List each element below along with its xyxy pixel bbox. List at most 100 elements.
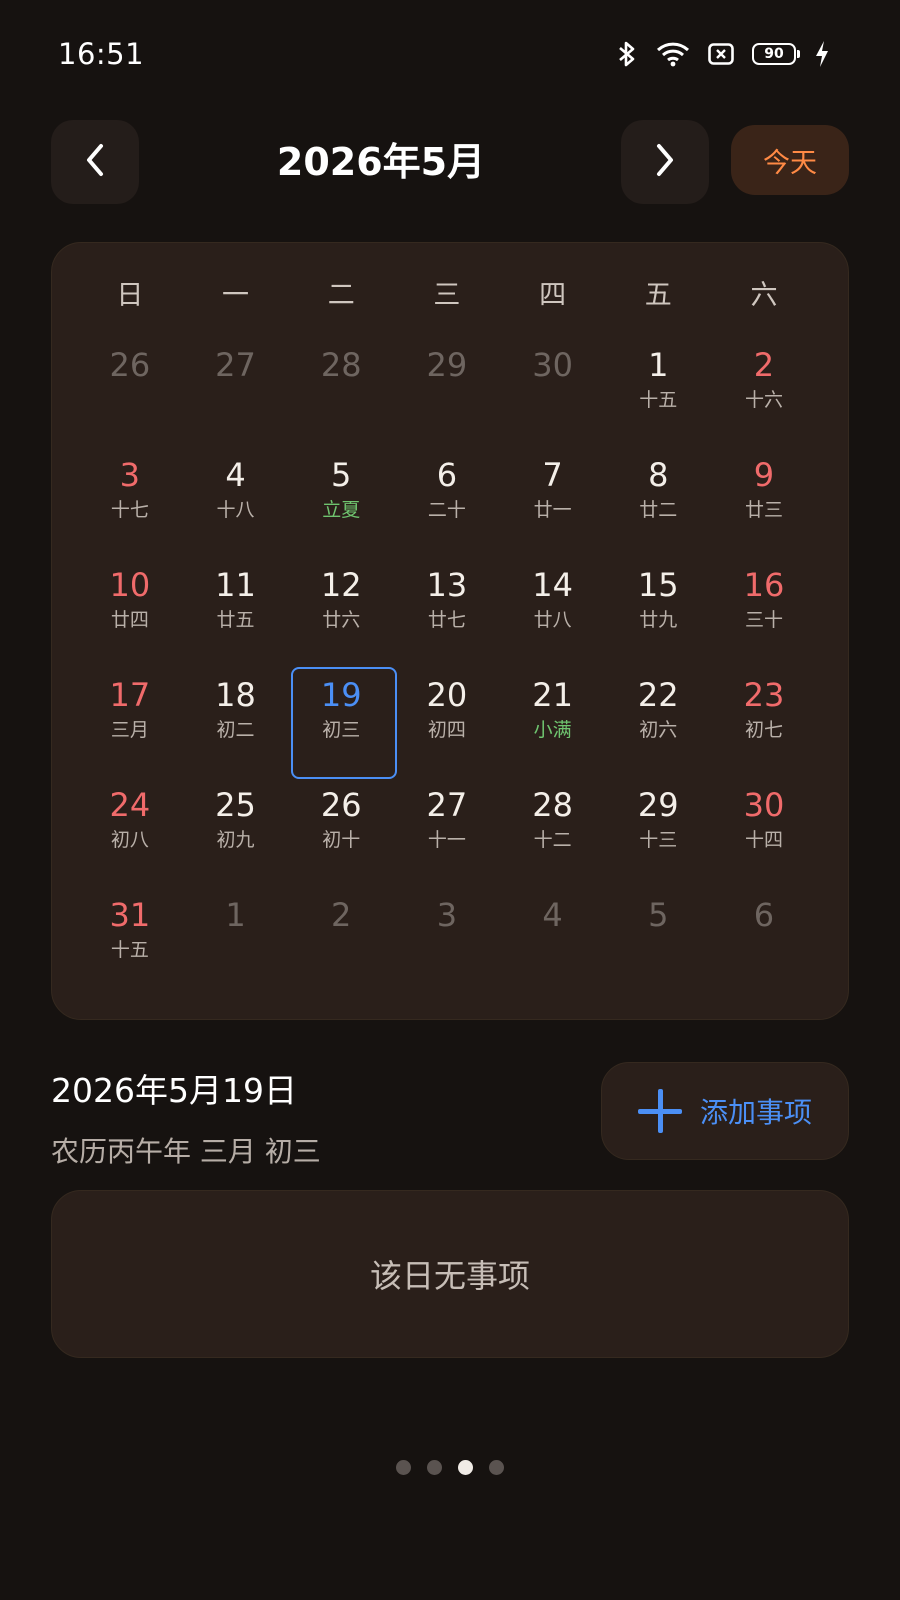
day-cell[interactable]: 26 — [77, 337, 183, 447]
day-cell[interactable]: 30 — [500, 337, 606, 447]
events-empty-state: 该日无事项 — [51, 1190, 849, 1358]
day-number: 15 — [637, 566, 679, 604]
day-cell[interactable]: 29 十三 — [605, 777, 711, 887]
day-cell[interactable]: 31 十五 — [77, 887, 183, 997]
lunar-date-label: 初九 — [216, 829, 255, 851]
day-cell[interactable]: 6 — [711, 887, 817, 997]
lunar-date-label: 初二 — [216, 719, 255, 741]
solar-term-label: 小满 — [533, 719, 572, 741]
lunar-date-label: 廿四 — [110, 609, 149, 631]
page-indicator — [0, 1460, 900, 1475]
day-number: 30 — [743, 786, 785, 824]
day-cell[interactable]: 11 廿五 — [183, 557, 289, 667]
day-cell[interactable]: 1 — [183, 887, 289, 997]
lunar-date-label: 十四 — [744, 829, 783, 851]
day-cell[interactable]: 3 十七 — [77, 447, 183, 557]
day-cell[interactable]: 22 初六 — [605, 667, 711, 777]
month-title: 2026年5月 — [276, 140, 486, 184]
weekday-label: 五 — [644, 280, 672, 311]
lunar-date-label: 初六 — [639, 719, 678, 741]
day-number: 3 — [119, 456, 141, 494]
status-time: 16:51 — [58, 37, 145, 71]
day-cell[interactable]: 29 — [394, 337, 500, 447]
day-cell[interactable]: 27 十一 — [394, 777, 500, 887]
lunar-date-label: 廿一 — [533, 499, 572, 521]
day-cell[interactable]: 15 廿九 — [605, 557, 711, 667]
day-cell[interactable]: 25 初九 — [183, 777, 289, 887]
day-cell[interactable]: 14 廿八 — [500, 557, 606, 667]
day-cell[interactable]: 24 初八 — [77, 777, 183, 887]
day-cell[interactable]: 9 廿三 — [711, 447, 817, 557]
day-cell[interactable]: 23 初七 — [711, 667, 817, 777]
day-cell[interactable]: 16 三十 — [711, 557, 817, 667]
day-number: 6 — [753, 896, 775, 934]
day-number: 22 — [637, 676, 679, 714]
day-cell[interactable]: 6 二十 — [394, 447, 500, 557]
day-cell[interactable]: 2 — [288, 887, 394, 997]
weekday-label: 三 — [433, 280, 461, 311]
page-dot[interactable] — [427, 1460, 442, 1475]
battery-icon: 90 — [752, 43, 800, 65]
page-dot-active[interactable] — [458, 1460, 473, 1475]
day-cell[interactable]: 21 小满 — [500, 667, 606, 777]
selected-lunar-date: 农历丙午年 三月 初三 — [51, 1135, 321, 1168]
day-cell[interactable]: 5 — [605, 887, 711, 997]
day-number: 29 — [426, 346, 468, 384]
prev-month-button[interactable] — [51, 120, 139, 204]
day-number: 16 — [743, 566, 785, 604]
lunar-date-label: 廿六 — [322, 609, 361, 631]
calendar-grid: 26 27 28 29 30 1 十五 2 十六 3 十七 4 十八 5 立夏 6 二十 7 廿一 8 廿二 9 廿三 10 廿… — [77, 337, 817, 997]
day-cell[interactable]: 7 廿一 — [500, 447, 606, 557]
day-number: 20 — [426, 676, 468, 714]
day-cell[interactable]: 18 初二 — [183, 667, 289, 777]
day-cell[interactable]: 26 初十 — [288, 777, 394, 887]
day-cell[interactable]: 13 廿七 — [394, 557, 500, 667]
wifi-icon — [656, 41, 690, 67]
day-cell[interactable]: 20 初四 — [394, 667, 500, 777]
day-cell[interactable]: 28 — [288, 337, 394, 447]
day-cell[interactable]: 1 十五 — [605, 337, 711, 447]
page-dot[interactable] — [489, 1460, 504, 1475]
day-cell[interactable]: 5 立夏 — [288, 447, 394, 557]
day-cell-selected[interactable]: 19 初三 — [288, 667, 398, 779]
lunar-date-label: 廿三 — [744, 499, 783, 521]
lunar-date-label: 初八 — [110, 829, 149, 851]
page-dot[interactable] — [396, 1460, 411, 1475]
weekday-header: 日一二三四五六 — [77, 273, 817, 312]
day-cell[interactable]: 17 三月 — [77, 667, 183, 777]
day-number: 6 — [436, 456, 458, 494]
lunar-date-label: 十五 — [639, 389, 678, 411]
day-number: 25 — [215, 786, 256, 824]
day-cell[interactable]: 4 十八 — [183, 447, 289, 557]
day-cell[interactable]: 4 — [500, 887, 606, 997]
day-number: 10 — [109, 566, 151, 604]
day-number: 1 — [225, 896, 246, 934]
day-cell[interactable]: 2 十六 — [711, 337, 817, 447]
weekday-label: 二 — [327, 280, 355, 311]
bluetooth-icon — [616, 40, 638, 68]
day-number: 4 — [225, 456, 246, 494]
today-button[interactable]: 今天 — [731, 125, 849, 195]
day-number: 14 — [532, 566, 573, 604]
lunar-date-label: 初四 — [427, 719, 466, 741]
day-cell[interactable]: 10 廿四 — [77, 557, 183, 667]
day-number: 1 — [648, 346, 669, 384]
day-cell[interactable]: 30 十四 — [711, 777, 817, 887]
day-number: 5 — [648, 896, 669, 934]
day-number: 2 — [331, 896, 352, 934]
day-cell[interactable]: 27 — [183, 337, 289, 447]
day-cell[interactable]: 12 廿六 — [288, 557, 394, 667]
status-icons: 90 — [616, 40, 830, 68]
lunar-date-label: 廿五 — [216, 609, 255, 631]
day-cell[interactable]: 3 — [394, 887, 500, 997]
day-number: 13 — [426, 566, 468, 604]
plus-icon — [638, 1089, 682, 1133]
lunar-date-label: 二十 — [427, 499, 466, 521]
lunar-date-label: 初十 — [322, 829, 361, 851]
chevron-left-icon — [84, 143, 106, 181]
day-number: 12 — [320, 566, 362, 604]
day-cell[interactable]: 28 十二 — [500, 777, 606, 887]
next-month-button[interactable] — [621, 120, 709, 204]
day-cell[interactable]: 8 廿二 — [605, 447, 711, 557]
add-event-button[interactable]: 添加事项 — [601, 1062, 849, 1160]
